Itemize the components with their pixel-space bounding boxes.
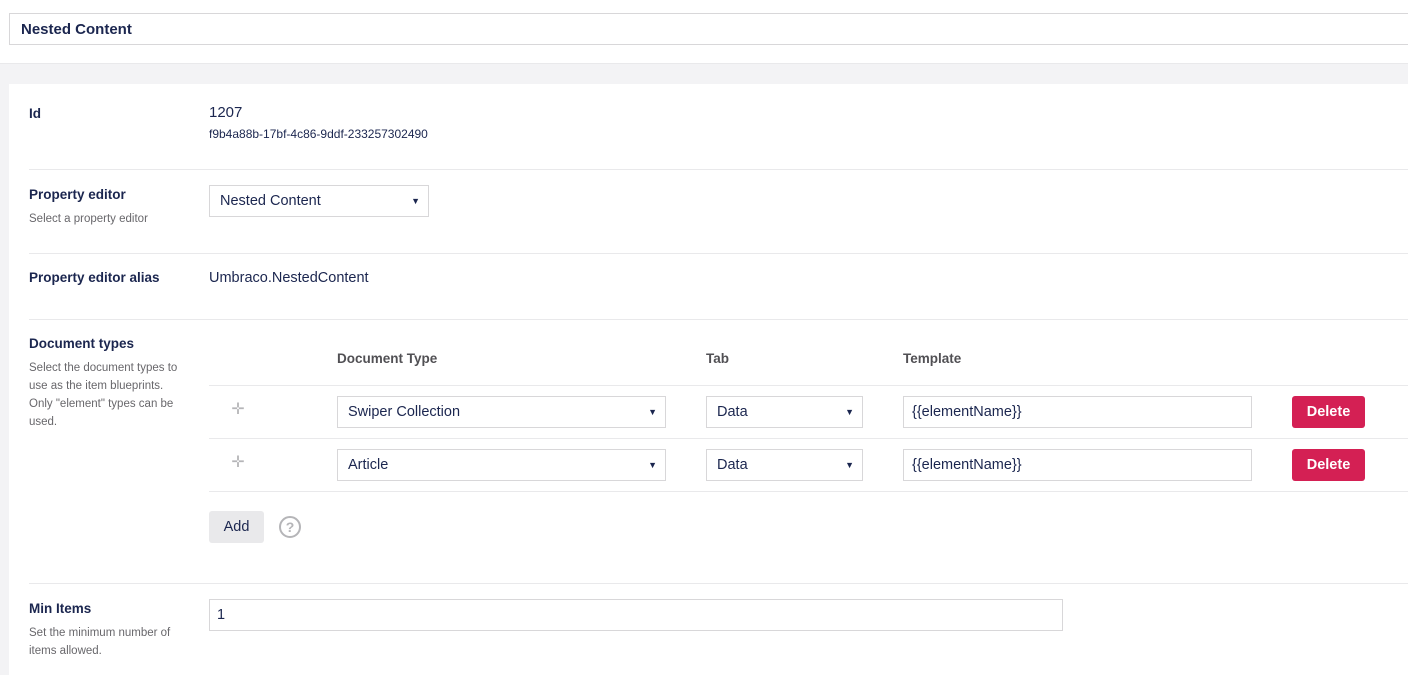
- delete-button[interactable]: Delete: [1292, 449, 1365, 481]
- id-label: Id: [29, 106, 41, 121]
- tab-value: Data: [717, 404, 748, 420]
- add-button[interactable]: Add: [209, 511, 264, 543]
- id-guid: f9b4a88b-17bf-4c86-9ddf-233257302490: [209, 127, 428, 141]
- caret-down-icon: ▼: [648, 407, 657, 417]
- alias-label-group: Property editor alias: [29, 269, 199, 287]
- min-items-label: Min Items: [29, 601, 92, 616]
- document-type-select[interactable]: Article ▼: [337, 449, 666, 481]
- document-types-description: Select the document types to use as the …: [29, 362, 178, 428]
- property-editor-label: Property editor: [29, 187, 126, 202]
- document-types-row: Document types Select the document types…: [29, 320, 1408, 584]
- id-value-group: 1207 f9b4a88b-17bf-4c86-9ddf-23325730249…: [209, 104, 1408, 142]
- editor-header: [0, 0, 1408, 64]
- caret-down-icon: ▼: [411, 196, 420, 206]
- alias-value-group: Umbraco.NestedContent: [209, 269, 1408, 287]
- settings-panel: Id 1207 f9b4a88b-17bf-4c86-9ddf-23325730…: [9, 84, 1408, 675]
- min-items-input-value: 1: [217, 607, 226, 623]
- alias-value: Umbraco.NestedContent: [209, 270, 369, 286]
- document-types-label: Document types: [29, 336, 135, 351]
- template-input[interactable]: {{elementName}}: [903, 396, 1252, 428]
- property-editor-description: Select a property editor: [29, 213, 148, 225]
- property-editor-selected: Nested Content: [220, 193, 321, 209]
- min-items-input[interactable]: 1: [209, 599, 1063, 631]
- column-template: Template: [903, 351, 962, 366]
- document-types-label-group: Document types Select the document types…: [29, 335, 189, 431]
- drag-handle-icon[interactable]: ✛: [231, 402, 245, 418]
- min-items-row: Min Items Set the minimum number of item…: [29, 584, 1408, 675]
- column-tab: Tab: [706, 351, 729, 366]
- id-row: Id 1207 f9b4a88b-17bf-4c86-9ddf-23325730…: [29, 84, 1408, 170]
- help-circle-icon[interactable]: ?: [279, 516, 301, 538]
- template-input[interactable]: {{elementName}}: [903, 449, 1252, 481]
- caret-down-icon: ▼: [845, 407, 854, 417]
- property-editor-alias-row: Property editor alias Umbraco.NestedCont…: [29, 254, 1408, 320]
- property-editor-select[interactable]: Nested Content ▼: [209, 185, 429, 217]
- document-type-value: Article: [348, 457, 389, 473]
- alias-label: Property editor alias: [29, 270, 160, 285]
- delete-button[interactable]: Delete: [1292, 396, 1365, 428]
- document-type-select[interactable]: Swiper Collection ▼: [337, 396, 666, 428]
- min-items-description: Set the minimum number of items allowed.: [29, 627, 171, 657]
- id-label-group: Id: [29, 105, 199, 123]
- table-row: ✛ Swiper Collection ▼ Data ▼ {{elementNa…: [209, 386, 1408, 439]
- min-items-label-group: Min Items Set the minimum number of item…: [29, 600, 189, 660]
- drag-handle-icon[interactable]: ✛: [231, 455, 245, 471]
- table-row: ✛ Article ▼ Data ▼ {{elementName}} Delet…: [209, 439, 1408, 492]
- property-editor-row: Property editor Select a property editor…: [29, 170, 1408, 254]
- datatype-name-input[interactable]: [9, 13, 1408, 45]
- tab-select[interactable]: Data ▼: [706, 449, 863, 481]
- column-document-type: Document Type: [337, 351, 438, 366]
- caret-down-icon: ▼: [648, 460, 657, 470]
- template-value: {{elementName}}: [912, 404, 1022, 420]
- tab-select[interactable]: Data ▼: [706, 396, 863, 428]
- document-type-value: Swiper Collection: [348, 404, 461, 420]
- property-editor-label-group: Property editor Select a property editor: [29, 186, 199, 228]
- template-value: {{elementName}}: [912, 457, 1022, 473]
- id-number: 1207: [209, 104, 243, 121]
- tab-value: Data: [717, 457, 748, 473]
- caret-down-icon: ▼: [845, 460, 854, 470]
- document-types-table: Document Type Tab Template ✛ Swiper Coll…: [209, 320, 1408, 584]
- table-header: Document Type Tab Template: [209, 320, 1408, 386]
